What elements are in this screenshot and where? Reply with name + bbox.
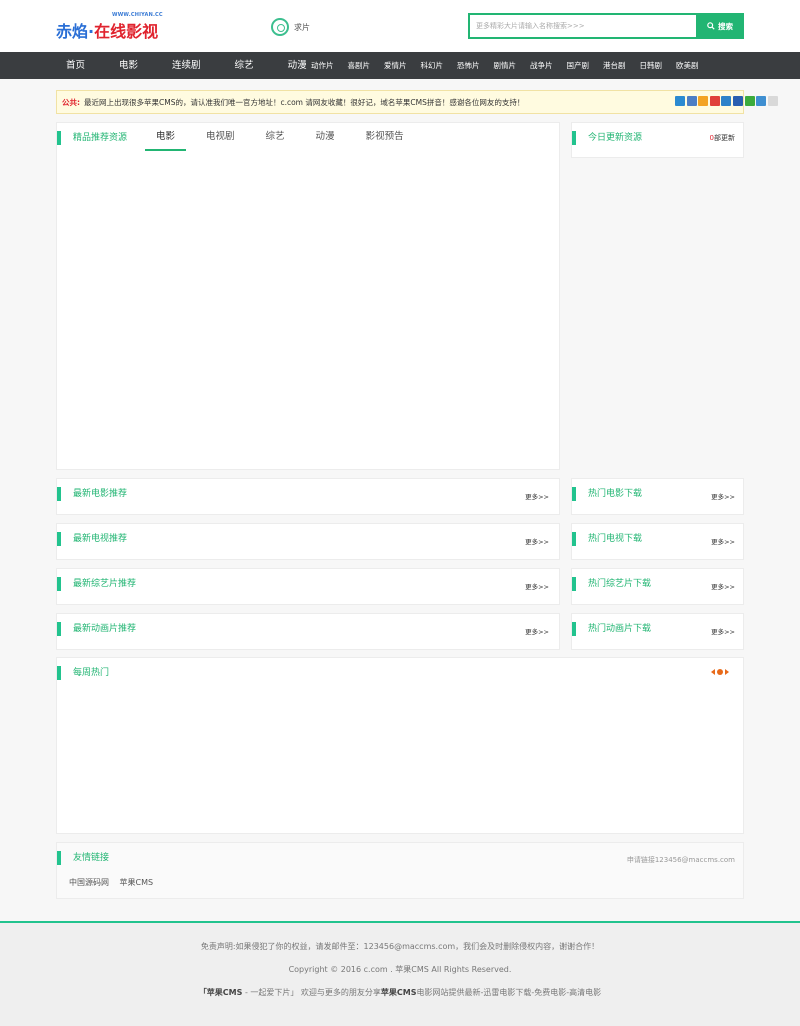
friend-link[interactable]: 苹果CMS — [120, 878, 154, 887]
section-latest-tv: 最新电视推荐 更多>> — [56, 523, 560, 560]
more-link[interactable]: 更多>> — [525, 626, 549, 636]
weixin-icon[interactable] — [698, 96, 709, 106]
friend-links-panel: 友情链接 申请链接123456@maccms.com 中国源码网 苹果CMS — [56, 842, 744, 899]
weibo-icon[interactable] — [709, 96, 720, 106]
announcement-label: 公共: — [62, 98, 80, 107]
friend-links-list: 中国源码网 苹果CMS — [69, 877, 161, 888]
section-title: 热门动画片下载 — [572, 622, 651, 636]
tab-trailer[interactable]: 影视预告 — [355, 123, 415, 151]
renren-icon[interactable] — [721, 96, 732, 106]
logo-text: 赤焰·在线影视 — [56, 22, 159, 41]
main-nav: 首页 电影 连续剧 综艺 动漫 动作片 喜剧片 爱情片 科幻片 恐怖片 剧情片 … — [0, 52, 800, 79]
search-button-label: 搜索 — [718, 21, 733, 31]
carousel-controls — [711, 669, 729, 675]
recommend-tabs: 电影 电视剧 综艺 动漫 影视预告 — [145, 123, 424, 151]
nav-genre-item[interactable]: 科幻片 — [421, 52, 444, 79]
today-panel: 今日更新资源 0部更新 — [571, 122, 744, 158]
more-share-icon[interactable] — [767, 96, 778, 106]
apply-link[interactable]: 申请链接123456@maccms.com — [627, 855, 735, 865]
nav-genre-item[interactable]: 剧情片 — [494, 52, 517, 79]
more-link[interactable]: 更多>> — [711, 536, 735, 546]
nav-genre-item[interactable]: 日韩剧 — [640, 52, 663, 79]
nav-genre-item[interactable]: 动作片 — [311, 52, 334, 79]
more-link[interactable]: 更多>> — [525, 536, 549, 546]
nav-main-list: 首页 电影 连续剧 综艺 动漫 — [56, 52, 331, 79]
section-title: 热门电视下载 — [572, 532, 642, 546]
nav-item-anime[interactable]: 动漫 — [288, 52, 307, 79]
tab-anime[interactable]: 动漫 — [305, 123, 346, 151]
section-hot-variety: 热门综艺片下载 更多>> — [571, 568, 744, 605]
disc-icon — [271, 18, 289, 36]
section-title: 最新电影推荐 — [57, 487, 127, 501]
request-movie-label: 求片 — [294, 22, 310, 32]
kaixin-icon[interactable] — [744, 96, 755, 106]
section-hot-movie: 热门电影下载 更多>> — [571, 478, 744, 515]
arrow-right-icon[interactable] — [725, 669, 729, 675]
more-link[interactable]: 更多>> — [525, 581, 549, 591]
site-logo[interactable]: WWW.CHIYAN.CC 赤焰·在线影视 — [56, 12, 166, 41]
footer-copyright: Copyright © 2016 c.com . 苹果CMS All Right… — [288, 965, 512, 974]
tab-variety[interactable]: 综艺 — [255, 123, 296, 151]
footer-slogan-mid: - 一起爱下片」 欢迎与更多的朋友分享 — [242, 988, 381, 997]
search-button[interactable]: 搜索 — [696, 13, 744, 39]
section-hot-tv: 热门电视下载 更多>> — [571, 523, 744, 560]
announcement-text: 最近网上出现很多苹果CMS的，请认准我们唯一官方地址！c.com 请网友收藏！很… — [84, 98, 525, 107]
section-hot-anime: 热门动画片下载 更多>> — [571, 613, 744, 650]
footer-slogan: 「苹果CMS - 一起爱下片」 欢迎与更多的朋友分享苹果CMS电影网站提供最新-… — [0, 987, 800, 998]
friend-link[interactable]: 中国源码网 — [69, 878, 109, 887]
nav-genre-item[interactable]: 欧美剧 — [676, 52, 699, 79]
nav-item-home[interactable]: 首页 — [66, 52, 85, 79]
site-footer: 免责声明:如果侵犯了你的权益，请发邮件至：123456@maccms.com，我… — [0, 921, 800, 1026]
weekly-hot-title: 每周热门 — [57, 666, 109, 680]
nav-genre-item[interactable]: 爱情片 — [384, 52, 407, 79]
search-box: 搜索 — [468, 13, 744, 39]
more-link[interactable]: 更多>> — [525, 491, 549, 501]
section-title: 最新综艺片推荐 — [57, 577, 136, 591]
section-title: 热门综艺片下载 — [572, 577, 651, 591]
more-link[interactable]: 更多>> — [711, 581, 735, 591]
qq-icon[interactable] — [686, 96, 697, 106]
footer-disclaimer: 免责声明:如果侵犯了你的权益，请发邮件至：123456@maccms.com，我… — [200, 942, 600, 951]
nav-item-series[interactable]: 连续剧 — [172, 52, 201, 79]
nav-genre-item[interactable]: 喜剧片 — [348, 52, 371, 79]
recommend-panel: 精品推荐资源 电影 电视剧 综艺 动漫 影视预告 — [56, 122, 560, 470]
arrow-left-icon[interactable] — [711, 669, 715, 675]
share-icons — [675, 96, 779, 106]
weekly-hot-panel: 每周热门 — [56, 657, 744, 834]
friend-links-title: 友情链接 — [57, 851, 109, 865]
nav-genre-item[interactable]: 国产剧 — [567, 52, 590, 79]
today-title: 今日更新资源 — [572, 131, 642, 145]
nav-genre-item[interactable]: 战争片 — [530, 52, 553, 79]
nav-item-movie[interactable]: 电影 — [119, 52, 138, 79]
section-latest-anime: 最新动画片推荐 更多>> — [56, 613, 560, 650]
search-input[interactable] — [470, 15, 698, 37]
announcement-bar: 公共: 最近网上出现很多苹果CMS的，请认准我们唯一官方地址！c.com 请网友… — [56, 90, 778, 114]
carousel-dot-icon[interactable] — [717, 669, 723, 675]
recommend-title: 精品推荐资源 — [57, 131, 127, 145]
section-latest-variety: 最新综艺片推荐 更多>> — [56, 568, 560, 605]
qzone-icon[interactable] — [675, 96, 685, 106]
section-latest-movie: 最新电影推荐 更多>> — [56, 478, 560, 515]
baidu-icon[interactable] — [732, 96, 743, 106]
footer-slogan-brand: 「苹果CMS — [198, 988, 243, 997]
nav-item-variety[interactable]: 综艺 — [235, 52, 254, 79]
tab-tv[interactable]: 电视剧 — [195, 123, 246, 151]
footer-slogan-end: 电影网站提供最新-迅雷电影下载-免费电影-高清电影 — [416, 988, 602, 997]
section-title: 最新电视推荐 — [57, 532, 127, 546]
more-link[interactable]: 更多>> — [711, 626, 735, 636]
tab-movie[interactable]: 电影 — [145, 123, 187, 151]
nav-genre-item[interactable]: 港台剧 — [603, 52, 626, 79]
nav-genre-list: 动作片 喜剧片 爱情片 科幻片 恐怖片 剧情片 战争片 国产剧 港台剧 日韩剧 … — [311, 52, 713, 79]
section-title: 最新动画片推荐 — [57, 622, 136, 636]
site-header: WWW.CHIYAN.CC 赤焰·在线影视 求片 搜索 — [0, 0, 800, 52]
section-title: 热门电影下载 — [572, 487, 642, 501]
nav-genre-item[interactable]: 恐怖片 — [457, 52, 480, 79]
today-count: 0部更新 — [710, 133, 735, 143]
search-icon — [707, 22, 715, 30]
douban-icon[interactable] — [756, 96, 767, 106]
request-movie-link[interactable]: 求片 — [271, 17, 310, 37]
today-count-suffix: 部更新 — [714, 134, 735, 142]
more-link[interactable]: 更多>> — [711, 491, 735, 501]
footer-slogan-brand2: 苹果CMS — [380, 988, 417, 997]
